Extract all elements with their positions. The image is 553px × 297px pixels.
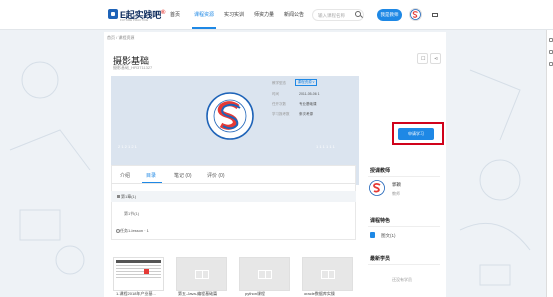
edit-icon[interactable] xyxy=(142,57,147,62)
teacher-name[interactable]: 郭颖 xyxy=(392,182,401,188)
favorite-button[interactable]: ☐ xyxy=(417,53,428,64)
feature-item[interactable]: 图文(1) xyxy=(381,233,396,239)
course-card-title[interactable]: 第五-Java-编程基础篇 xyxy=(178,291,217,297)
students-card-title: 最新学员 xyxy=(370,256,391,262)
tab-divider xyxy=(111,183,356,184)
tab-notes[interactable]: 笔记 (0) xyxy=(174,172,192,179)
info-label: 任开次数 xyxy=(272,102,286,106)
nav-item-home[interactable]: 首页 xyxy=(170,11,180,18)
course-card[interactable] xyxy=(113,257,164,291)
join-course-button[interactable]: 申请学习 xyxy=(398,128,434,140)
info-value: 专业基础课 xyxy=(299,102,317,106)
course-card[interactable] xyxy=(176,257,227,291)
tab-intro[interactable]: 介绍 xyxy=(120,172,130,179)
tab-reviews[interactable]: 评价 (0) xyxy=(207,172,225,179)
teacher-button[interactable]: 我是教师 xyxy=(377,9,402,21)
bookmark-icon: ☐ xyxy=(421,56,426,62)
teacher-role: 教师 xyxy=(392,191,400,196)
tab-catalog[interactable]: 目录 xyxy=(146,172,156,179)
share-icon: ⋖ xyxy=(434,56,439,62)
avatar-logo-icon xyxy=(410,9,421,20)
divider xyxy=(368,264,440,265)
course-card-title[interactable]: 1-课程2018年产业基... xyxy=(116,291,156,297)
logo-mark-icon xyxy=(108,9,118,19)
share-button[interactable]: ⋖ xyxy=(430,53,441,64)
nav-item-course-resources[interactable]: 课程资源 xyxy=(194,11,214,18)
university-logo xyxy=(206,92,254,140)
document-icon xyxy=(370,232,375,238)
menu-icon xyxy=(117,195,120,198)
course-code: 摄影基础_HR3711327 xyxy=(113,65,153,70)
mail-icon[interactable] xyxy=(432,13,438,17)
nav-item-practice[interactable]: 实习实训 xyxy=(224,11,244,18)
info-label: 时间 xyxy=(272,92,279,96)
section-row[interactable]: 第1节(1) xyxy=(124,211,139,217)
course-card[interactable] xyxy=(302,257,353,291)
site-logo[interactable]: E起实践吧® FUTURE PRACTICE xyxy=(108,8,172,22)
course-card[interactable] xyxy=(239,257,290,291)
info-value: 2011-05-06 1 xyxy=(299,92,320,96)
task-row[interactable]: 任务1-lesson · 1 xyxy=(120,228,149,234)
chat-icon[interactable] xyxy=(549,62,553,66)
book-icon xyxy=(195,270,209,279)
cover-caption-right: 1 1 1 1 1 1 xyxy=(316,144,335,149)
empty-students-text: 还没有学员 xyxy=(392,277,412,282)
teacher-avatar[interactable] xyxy=(369,180,385,196)
cover-caption-left: 2 1 2 1 2 1 xyxy=(118,144,137,149)
chapter-row[interactable]: 第1章(1) xyxy=(111,191,356,202)
top-nav-bar: E起实践吧® FUTURE PRACTICE 首页 课程资源 实习实训 师资力量… xyxy=(0,0,553,30)
nav-item-news[interactable]: 新闻公告 xyxy=(284,11,304,18)
right-toolbar xyxy=(546,30,553,297)
book-icon xyxy=(258,270,272,279)
nav-item-faculty[interactable]: 师资力量 xyxy=(254,11,274,18)
nav-active-indicator xyxy=(192,27,216,29)
divider xyxy=(368,226,440,227)
feature-card-title: 课程特色 xyxy=(370,218,391,224)
course-type-select[interactable]: 课程资源 v xyxy=(295,79,317,86)
divider xyxy=(368,176,440,177)
teacher-card-title: 授课教师 xyxy=(370,168,391,174)
course-card-title[interactable]: python课程 xyxy=(245,291,265,297)
logo-subtitle: FUTURE PRACTICE xyxy=(120,18,149,22)
info-label: 教学型态 xyxy=(272,81,286,85)
search-placeholder: 输入课程名称 xyxy=(318,13,345,18)
course-card-title[interactable]: oracle数据库实操 xyxy=(304,291,335,297)
info-value: 条次考源 xyxy=(299,112,313,116)
user-avatar[interactable] xyxy=(409,8,422,21)
chapter-label: 第1章(1) xyxy=(121,194,137,199)
help-icon[interactable] xyxy=(549,38,553,42)
search-icon[interactable] xyxy=(355,11,361,17)
card-thumbnail xyxy=(116,260,161,278)
book-icon xyxy=(321,270,335,279)
document-icon[interactable] xyxy=(549,50,553,54)
breadcrumb[interactable]: 首页 / 课程资源 xyxy=(107,35,134,41)
info-label: 学习报考数 xyxy=(272,112,290,116)
